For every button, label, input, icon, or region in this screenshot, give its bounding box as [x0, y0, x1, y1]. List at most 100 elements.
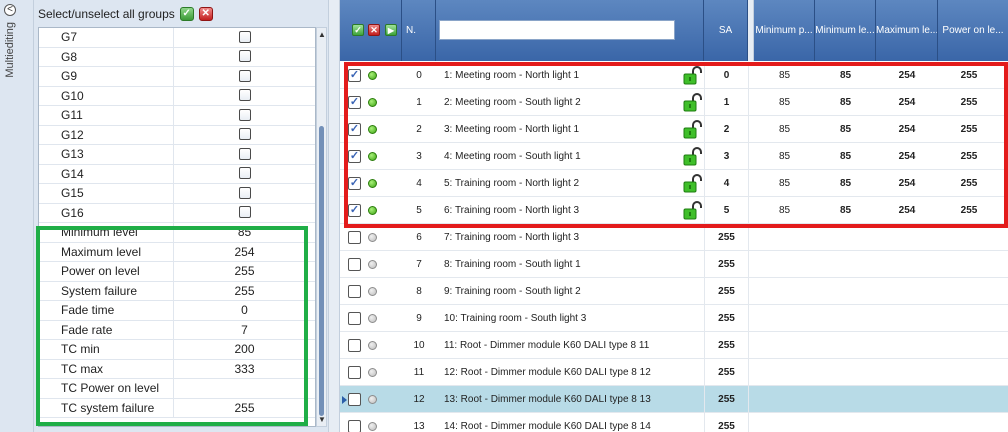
row-checkbox[interactable]	[348, 258, 361, 271]
row-number: 5	[416, 205, 422, 216]
row-name: 12: Root - Dimmer module K60 DALI type 8…	[444, 367, 651, 378]
group-checkbox-cell	[174, 204, 315, 223]
property-value[interactable]: 7	[174, 321, 315, 340]
group-checkbox[interactable]	[238, 147, 251, 160]
header-max-level[interactable]: Maximum le...	[876, 0, 938, 61]
table-row[interactable]: ✓ 3 4: Meeting room - South light 1 3 85 85 25…	[340, 143, 1008, 170]
header-min-level[interactable]: Minimum le...	[815, 0, 876, 61]
property-value[interactable]: 0	[174, 301, 315, 320]
row-name: 9: Training room - South light 2	[444, 286, 581, 297]
group-checkbox[interactable]	[238, 108, 251, 121]
property-value[interactable]: 255	[174, 399, 315, 418]
table-row[interactable]: ✓ 2 3: Meeting room - North light 1 2 85 85 25…	[340, 116, 1008, 143]
property-value[interactable]	[174, 379, 315, 398]
row-checkbox[interactable]	[348, 420, 361, 432]
unselect-all-groups-button[interactable]: ✕	[198, 6, 213, 21]
property-value[interactable]: 255	[174, 282, 315, 301]
group-row: G12	[39, 125, 315, 145]
table-row[interactable]: 9 10: Training room - South light 3 255	[340, 305, 1008, 332]
table-row[interactable]: 10 11: Root - Dimmer module K60 DALI type…	[340, 332, 1008, 359]
table-row[interactable]: 12 13: Root - Dimmer module K60 DALI type…	[340, 386, 1008, 413]
unlock-icon[interactable]	[682, 174, 704, 194]
row-checkbox[interactable]	[348, 231, 361, 244]
group-checkbox[interactable]	[238, 50, 251, 63]
unlock-icon[interactable]	[682, 93, 704, 113]
property-value[interactable]: 255	[174, 262, 315, 281]
row-checkbox[interactable]: ✓	[348, 123, 361, 136]
header-min-power[interactable]: Minimum p...	[754, 0, 815, 61]
property-scrollbar[interactable]: ▲ ▼	[316, 27, 327, 427]
scroll-up-icon[interactable]: ▲	[318, 30, 326, 39]
header-sa[interactable]: SA	[704, 0, 748, 61]
property-value[interactable]: 85	[174, 223, 315, 242]
row-short-address: 0	[704, 62, 748, 89]
row-min-level: 85	[839, 97, 852, 108]
row-divider	[748, 278, 749, 304]
row-name: 8: Training room - South light 1	[444, 259, 581, 270]
row-short-address: 5	[704, 197, 748, 224]
row-checkbox[interactable]: ✓	[348, 150, 361, 163]
group-checkbox[interactable]	[238, 206, 251, 219]
unlock-icon[interactable]	[682, 147, 704, 167]
group-checkbox[interactable]	[238, 186, 251, 199]
table-row[interactable]: ✓ 0 1: Meeting room - North light 1 0 85 85 25…	[340, 62, 1008, 89]
unlock-icon[interactable]	[682, 66, 704, 86]
header-power-on[interactable]: Power on le...	[938, 0, 1008, 61]
row-checkbox[interactable]	[348, 285, 361, 298]
group-row: G10	[39, 86, 315, 106]
row-checkbox[interactable]	[348, 339, 361, 352]
row-divider	[748, 170, 749, 196]
unlock-icon[interactable]	[682, 120, 704, 140]
row-min-level: 85	[839, 124, 852, 135]
property-value[interactable]: 333	[174, 360, 315, 379]
select-all-groups-button[interactable]: ✓	[179, 6, 194, 21]
collapse-panel-button[interactable]: <	[4, 4, 16, 16]
name-filter-input[interactable]	[439, 20, 675, 40]
row-checkbox[interactable]: ✓	[348, 96, 361, 109]
table-row[interactable]: 7 8: Training room - South light 1 255	[340, 251, 1008, 278]
status-led-icon	[368, 422, 377, 431]
device-grid: ✓ ✕ ▶ N. SA Minimum p... Minimum le... M…	[340, 0, 1008, 432]
row-divider	[748, 197, 749, 223]
row-min-level: 85	[839, 178, 852, 189]
table-row[interactable]: ✓ 4 5: Training room - North light 2 4 85 85 2…	[340, 170, 1008, 197]
uncheck-all-button[interactable]: ✕	[368, 24, 380, 36]
row-checkbox[interactable]	[348, 312, 361, 325]
group-checkbox[interactable]	[238, 167, 251, 180]
table-row[interactable]: 8 9: Training room - South light 2 255	[340, 278, 1008, 305]
table-row[interactable]: 6 7: Training room - North light 3 255	[340, 224, 1008, 251]
row-short-address: 255	[704, 305, 748, 332]
table-row[interactable]: ✓ 1 2: Meeting room - South light 2 1 85 85 25…	[340, 89, 1008, 116]
status-led-icon	[368, 98, 377, 107]
row-power-on-level: 255	[960, 205, 978, 216]
group-checkbox-cell	[174, 106, 315, 125]
group-name: G7	[43, 28, 174, 47]
row-short-address: 255	[704, 251, 748, 278]
table-row[interactable]: 13 14: Root - Dimmer module K60 DALI type…	[340, 413, 1008, 432]
group-checkbox[interactable]	[238, 30, 251, 43]
table-row[interactable]: 11 12: Root - Dimmer module K60 DALI type…	[340, 359, 1008, 386]
group-checkbox[interactable]	[238, 128, 251, 141]
header-n[interactable]: N.	[402, 0, 436, 61]
row-checkbox[interactable]	[348, 366, 361, 379]
check-all-button[interactable]: ✓	[352, 24, 364, 36]
group-checkbox-cell	[174, 184, 315, 203]
status-led-icon	[368, 152, 377, 161]
row-max-level: 254	[898, 124, 916, 135]
row-checkbox[interactable]: ✓	[348, 177, 361, 190]
scroll-thumb[interactable]	[319, 126, 324, 416]
group-checkbox[interactable]	[238, 69, 251, 82]
panel-splitter[interactable]	[328, 0, 340, 432]
multiediting-strip: < Multiediting	[0, 0, 34, 432]
property-value[interactable]: 200	[174, 340, 315, 359]
unlock-icon[interactable]	[682, 201, 704, 221]
run-button[interactable]: ▶	[385, 24, 397, 36]
table-row[interactable]: ✓ 5 6: Training room - North light 3 5 85 85 2…	[340, 197, 1008, 224]
row-checkbox[interactable]	[348, 393, 361, 406]
row-checkbox[interactable]: ✓	[348, 204, 361, 217]
scroll-down-icon[interactable]: ▼	[318, 415, 326, 424]
property-value[interactable]: 254	[174, 243, 315, 262]
row-short-address: 255	[704, 386, 748, 413]
row-checkbox[interactable]: ✓	[348, 69, 361, 82]
group-checkbox[interactable]	[238, 89, 251, 102]
